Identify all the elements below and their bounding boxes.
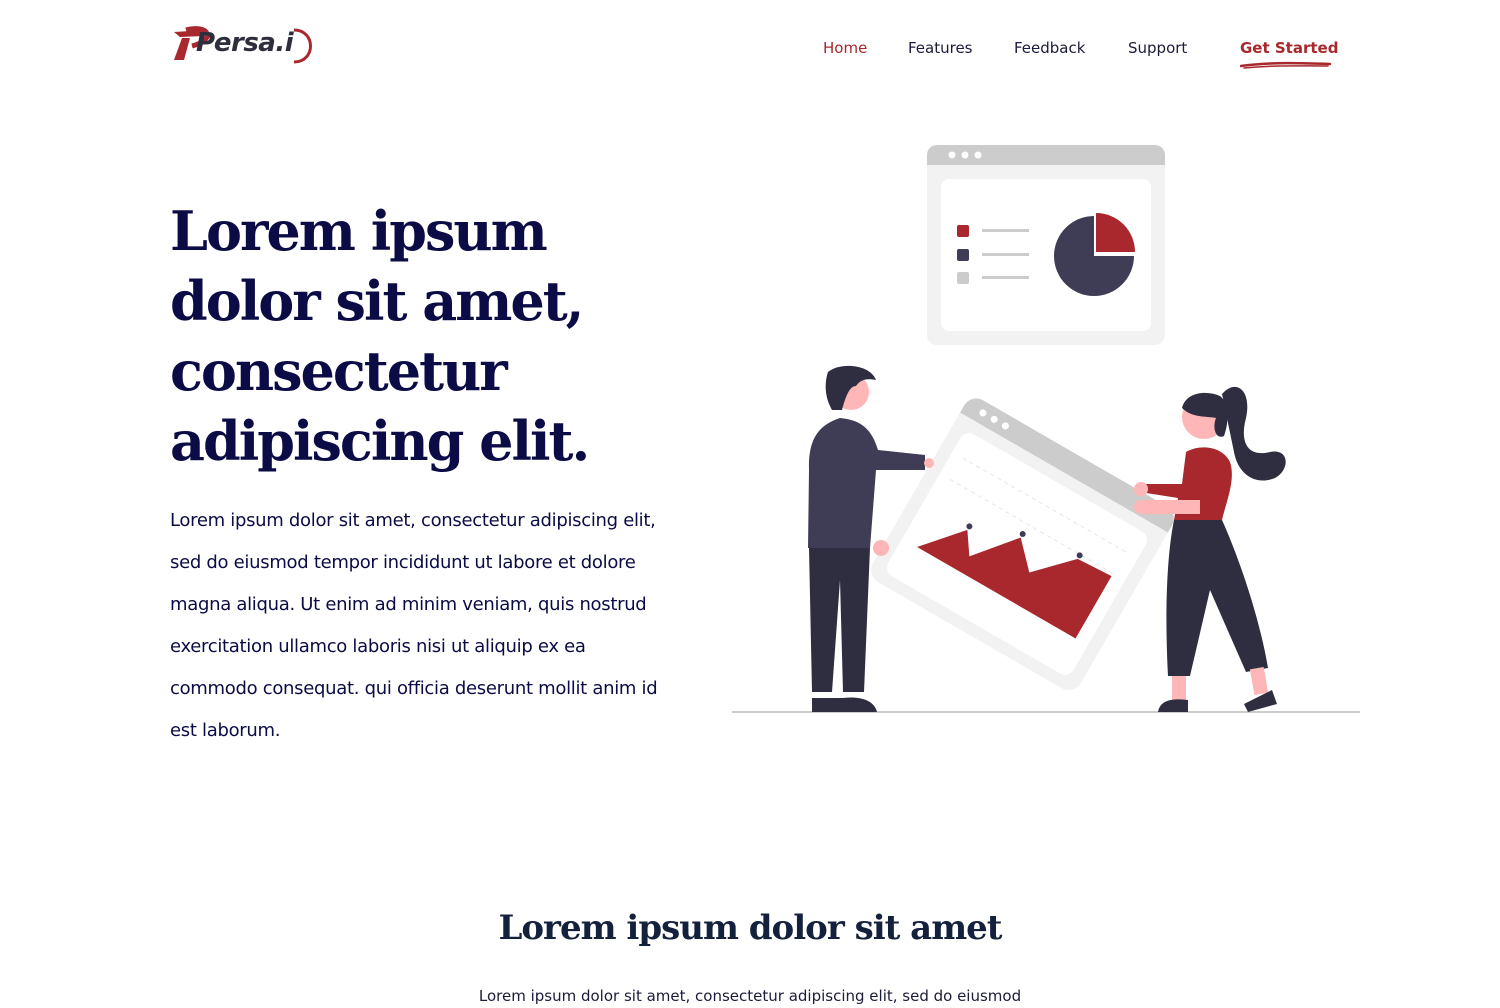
brand-name: Persa.i (196, 28, 294, 58)
section-title: Lorem ipsum dolor sit amet (498, 908, 1002, 948)
nav-features-link[interactable]: Features (908, 38, 973, 58)
get-started-button[interactable]: Get Started (1240, 38, 1338, 58)
hero-description: Lorem ipsum dolor sit amet, consectetur … (170, 510, 658, 741)
nav-support-link[interactable]: Support (1128, 38, 1187, 58)
top-navigation: Persa.i Home Features Feedback Support G… (0, 0, 1500, 95)
chart-board-icon (871, 398, 1174, 691)
hero-title: Lorem ipsum dolor sit amet, consectetur … (170, 199, 590, 473)
brand-logo[interactable]: Persa.i (170, 22, 315, 66)
section-description: Lorem ipsum dolor sit amet, consectetur … (478, 987, 1022, 1005)
hero-illustration (732, 145, 1360, 713)
nav-home-link[interactable]: Home (823, 38, 867, 58)
nav-feedback-link[interactable]: Feedback (1014, 38, 1085, 58)
cta-underline-icon (1240, 61, 1332, 69)
